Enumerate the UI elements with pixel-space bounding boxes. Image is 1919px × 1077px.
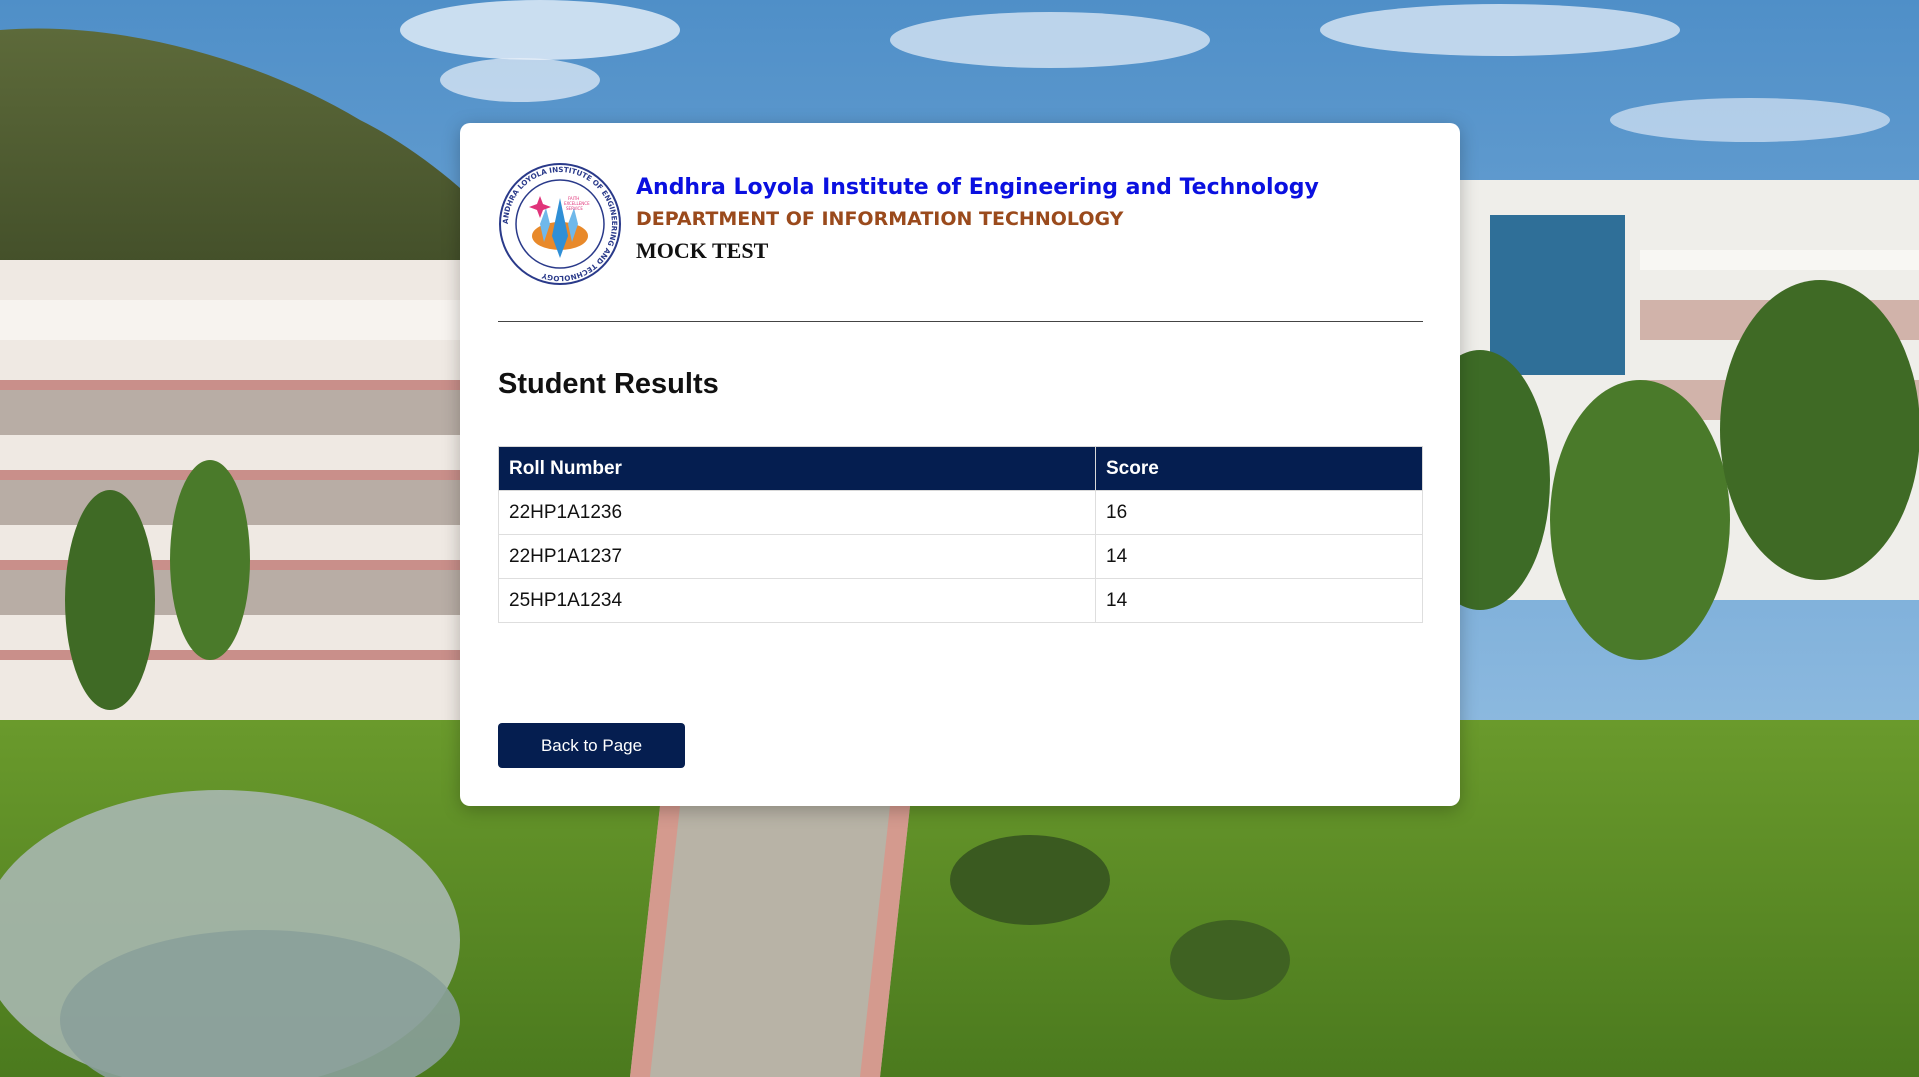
roll-number-cell: 25HP1A1234 (498, 578, 1096, 623)
score-cell: 14 (1095, 534, 1423, 579)
column-header-score: Score (1095, 446, 1423, 491)
header-divider (498, 321, 1423, 322)
institution-logo-icon: ANDHRA LOYOLA INSTITUTE OF ENGINEERING A… (499, 163, 621, 285)
table-row: 22HP1A1237 14 (498, 534, 1423, 579)
table-header-row: Roll Number Score (498, 446, 1423, 491)
table-row: 25HP1A1234 14 (498, 578, 1423, 623)
svg-text:SERVICE: SERVICE (566, 206, 583, 211)
table-row: 22HP1A1236 16 (498, 490, 1423, 535)
page-title: Student Results (498, 368, 719, 400)
results-table: Roll Number Score 22HP1A1236 16 22HP1A12… (498, 446, 1423, 623)
exam-name: MOCK TEST (636, 237, 769, 263)
institution-name: Andhra Loyola Institute of Engineering a… (636, 174, 1319, 200)
score-cell: 14 (1095, 578, 1423, 623)
results-card: ANDHRA LOYOLA INSTITUTE OF ENGINEERING A… (460, 123, 1460, 806)
column-header-roll-number: Roll Number (498, 446, 1096, 491)
institution-titles: Andhra Loyola Institute of Engineering a… (636, 172, 1319, 267)
roll-number-cell: 22HP1A1236 (498, 490, 1096, 535)
back-to-page-button[interactable]: Back to Page (498, 723, 685, 768)
roll-number-cell: 22HP1A1237 (498, 534, 1096, 579)
institution-header: ANDHRA LOYOLA INSTITUTE OF ENGINEERING A… (498, 161, 1422, 287)
score-cell: 16 (1095, 490, 1423, 535)
department-name: DEPARTMENT OF INFORMATION TECHNOLOGY (636, 207, 1124, 230)
